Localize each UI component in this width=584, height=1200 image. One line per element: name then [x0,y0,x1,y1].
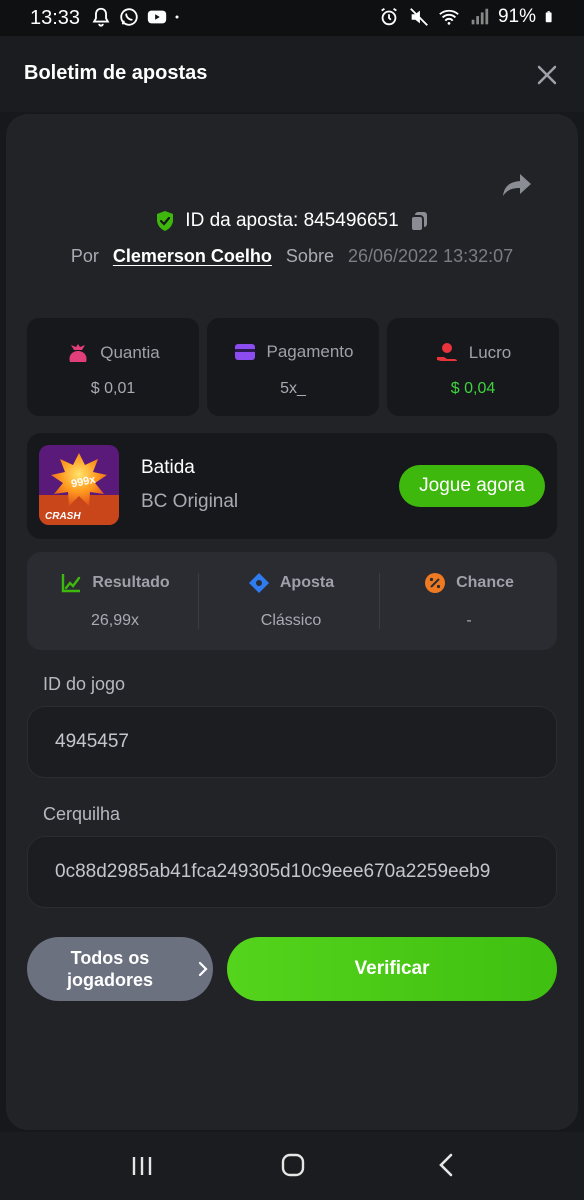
hash-value: 0c88d2985ab41fca249305d10c9eee670a2259ee… [55,861,491,882]
result-value: Clássico [260,612,322,629]
all-players-button[interactable]: Todos os jogadores [27,937,213,1001]
recent-apps-icon[interactable] [130,1154,154,1178]
shield-check-icon [157,211,174,231]
result-bet-type: Aposta Clássico [203,552,379,650]
stat-value: $ 0,04 [450,380,496,397]
stat-amount: Quantia $ 0,01 [27,318,199,416]
mute-icon [410,8,428,26]
stat-value: 5x_ [280,380,306,397]
thumb-caption: CRASH [45,511,81,522]
game-id-value: 4945457 [55,731,129,752]
youtube-icon [147,10,167,24]
result-label: Chance [456,574,514,591]
stat-label: Quantia [100,343,160,362]
wifi-icon [439,9,459,25]
hash-field[interactable]: 0c88d2985ab41fca249305d10c9eee670a2259ee… [27,836,557,908]
copy-icon[interactable] [409,210,429,232]
card-icon [234,344,255,360]
all-players-label: Todos os jogadores [66,948,154,990]
stat-profit: Lucro $ 0,04 [387,318,559,416]
page-title: Boletim de apostas [24,62,208,84]
header: Boletim de apostas [0,36,584,112]
divider [379,573,380,629]
result-outcome: Resultado 26,99x [27,552,203,650]
game-id-label: ID do jogo [43,674,126,694]
divider [198,573,199,629]
bet-id-row: ID da aposta: 845496651 [6,210,578,232]
share-icon[interactable] [502,172,532,198]
game-provider: BC Original [141,491,239,512]
money-bag-icon [69,344,87,362]
game-name: Batida [141,457,195,478]
whatsapp-icon [120,8,138,26]
home-icon[interactable] [280,1152,306,1178]
bet-datetime: 26/06/2022 13:32:07 [347,246,514,266]
chevron-right-icon [198,961,208,977]
result-panel: Resultado 26,99x Aposta Clássico Chance … [27,552,557,650]
result-label: Resultado [92,574,170,591]
navigation-bar [0,1132,584,1200]
battery-percent: 91% [497,6,536,27]
stat-value: $ 0,01 [90,380,136,397]
result-chance: Chance - [381,552,557,650]
battery-icon [545,11,552,23]
game-row: 999x CRASH Batida BC Original Jogue agor… [27,433,557,539]
stat-label: Pagamento [266,342,354,361]
back-icon[interactable] [436,1152,456,1178]
player-link[interactable]: Clemerson Coelho [113,246,272,267]
chart-icon [62,574,81,593]
bet-slip-card: ID da aposta: 845496651 Por Clemerson Co… [6,114,578,1130]
status-bar: 13:33 91% [0,0,584,36]
about-label: Sobre [285,246,334,266]
play-now-button[interactable]: Jogue agora [399,465,545,507]
diamond-icon [248,573,269,593]
verify-button[interactable]: Verificar [227,937,557,1001]
result-value: - [466,612,472,629]
alarm-icon [381,7,397,26]
by-label: Por [70,246,99,266]
game-thumbnail[interactable]: 999x CRASH [39,445,119,525]
signal-icon [471,8,489,25]
result-label: Aposta [279,574,335,591]
result-value: 26,99x [90,612,140,629]
stat-label: Lucro [468,343,512,362]
game-id-field[interactable]: 4945457 [27,706,557,778]
percent-icon [425,573,446,593]
bet-id: ID da aposta: 845496651 [185,210,399,231]
crash-game-image: 999x CRASH [39,445,119,525]
stat-payout: Pagamento 5x_ [207,318,379,416]
close-icon[interactable] [536,64,558,86]
bell-icon [92,7,110,27]
byline: Por Clemerson Coelho Sobre 26/06/2022 13… [6,246,578,267]
status-time: 13:33 [30,7,81,29]
hand-coin-icon [436,343,457,361]
dot-icon [175,15,179,19]
hash-label: Cerquilha [43,804,121,824]
